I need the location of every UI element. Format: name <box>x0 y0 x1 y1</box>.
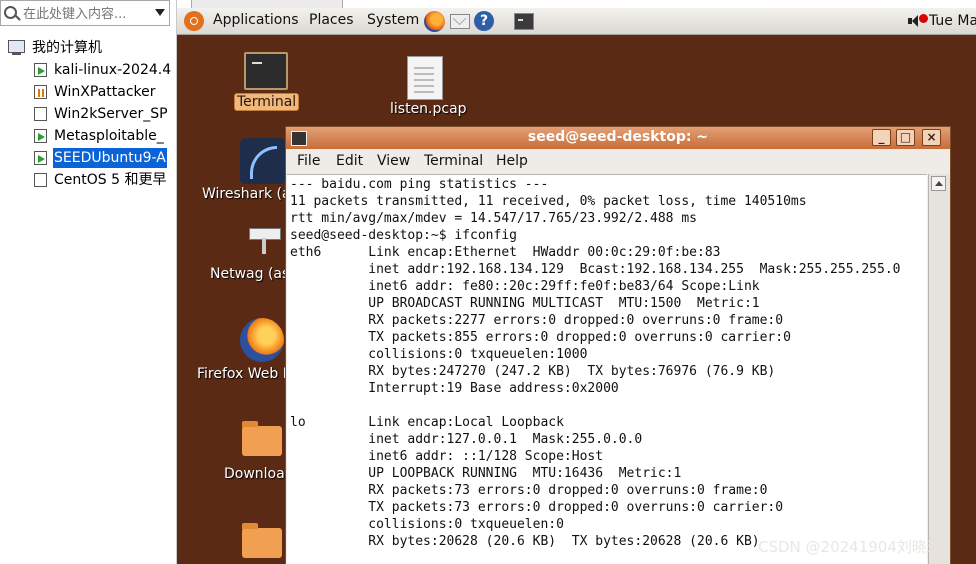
menu-file[interactable]: File <box>297 153 320 169</box>
vm-stopped-icon <box>34 173 47 187</box>
terminal-desktop-icon[interactable] <box>244 52 288 90</box>
vm-stopped-icon <box>34 107 47 121</box>
terminal-line: Interrupt:19 Base address:0x2000 <box>290 381 619 396</box>
terminal-line: TX packets:855 errors:0 dropped:0 overru… <box>290 330 791 345</box>
library-search-input[interactable] <box>21 4 153 24</box>
vm-running-icon <box>34 63 47 77</box>
vm-list-item-label: WinXPattacker <box>54 84 156 100</box>
terminal-line: inet addr:192.168.134.129 Bcast:192.168.… <box>290 262 901 277</box>
vm-list-item-label: Win2kServer_SP <box>54 106 168 122</box>
vm-list-item-label: kali-linux-2024.4 <box>54 62 172 78</box>
library-search-box[interactable] <box>0 0 170 26</box>
computer-icon <box>8 40 25 55</box>
terminal-title: seed@seed-desktop: ~ <box>527 129 709 145</box>
vm-tab-strip <box>177 0 976 9</box>
chevron-down-icon[interactable] <box>155 9 165 16</box>
maximize-button[interactable]: □ <box>896 129 915 146</box>
terminal-line: UP BROADCAST RUNNING MULTICAST MTU:1500 … <box>290 296 760 311</box>
terminal-line: 11 packets transmitted, 11 received, 0% … <box>290 194 807 209</box>
file-document-icon[interactable] <box>407 56 443 100</box>
close-button[interactable]: × <box>922 129 941 146</box>
vm-list-item[interactable]: SEEDUbuntu9-A <box>0 148 167 168</box>
terminal-line: inet6 addr: fe80::20c:29ff:fe0f:be83/64 … <box>290 279 760 294</box>
minimize-button[interactable]: _ <box>872 129 891 146</box>
tree-root-label: 我的计算机 <box>32 40 102 56</box>
menu-edit[interactable]: Edit <box>336 153 363 169</box>
wireshark-label[interactable]: Wireshark (a <box>202 186 291 202</box>
panel-clock[interactable]: Tue Ma <box>929 13 976 29</box>
firefox-label[interactable]: Firefox Web B <box>197 366 292 382</box>
scroll-up-button[interactable] <box>931 176 946 191</box>
mail-launcher-icon[interactable] <box>450 14 470 29</box>
netwag-icon[interactable] <box>249 222 281 256</box>
downloads-label[interactable]: Downloa <box>224 466 285 482</box>
terminal-line: inet addr:127.0.0.1 Mask:255.0.0.0 <box>290 432 643 447</box>
vm-list-item[interactable]: Win2kServer_SP <box>0 104 169 124</box>
terminal-line: seed@seed-desktop:~$ ifconfig <box>290 228 517 243</box>
vm-list-item[interactable]: WinXPattacker <box>0 82 157 102</box>
tree-root-my-computer[interactable]: 我的计算机 <box>0 38 103 58</box>
vm-list-item[interactable]: Metasploitable_ <box>0 126 165 146</box>
terminal-titlebar[interactable]: seed@seed-desktop: ~ _ □ × <box>286 127 950 149</box>
vm-running-icon <box>34 129 47 143</box>
menu-places[interactable]: Places <box>309 12 354 28</box>
help-launcher-icon[interactable]: ? <box>474 11 494 31</box>
vm-list-item-label: SEEDUbuntu9-A <box>53 148 167 168</box>
terminal-line: RX packets:2277 errors:0 dropped:0 overr… <box>290 313 784 328</box>
firefox-icon[interactable] <box>240 318 284 362</box>
vm-list-item[interactable]: kali-linux-2024.4 <box>0 60 172 80</box>
terminal-line: collisions:0 txqueuelen:1000 <box>290 347 588 362</box>
terminal-line: RX packets:73 errors:0 dropped:0 overrun… <box>290 483 768 498</box>
terminal-line: RX bytes:247270 (247.2 KB) TX bytes:7697… <box>290 364 776 379</box>
terminal-output[interactable]: --- baidu.com ping statistics --- 11 pack… <box>287 174 927 564</box>
terminal-line: lo Link encap:Local Loopback <box>290 415 564 430</box>
terminal-launcher-icon[interactable] <box>514 13 534 30</box>
listen-pcap-label[interactable]: listen.pcap <box>390 101 467 117</box>
vm-library-pane: 我的计算机 kali-linux-2024.4 WinXPattacker Win2… <box>0 0 177 564</box>
menu-applications[interactable]: Applications <box>213 12 299 28</box>
vm-paused-icon <box>34 85 47 99</box>
netwag-label[interactable]: Netwag (as <box>210 266 289 282</box>
terminal-menubar: File Edit View Terminal Help <box>286 149 950 174</box>
search-icon <box>4 6 17 19</box>
terminal-window: seed@seed-desktop: ~ _ □ × File Edit Vie… <box>285 126 951 564</box>
guest-desktop: Applications Places System ? Tue Ma Term… <box>177 0 976 564</box>
firefox-launcher-icon[interactable] <box>424 11 445 32</box>
terminal-desktop-label[interactable]: Terminal <box>234 93 300 111</box>
terminal-line: TX packets:73 errors:0 dropped:0 overrun… <box>290 500 784 515</box>
vm-running-icon <box>34 151 47 165</box>
menu-system[interactable]: System <box>367 12 419 28</box>
volume-muted-icon <box>919 14 928 23</box>
terminal-line: RX bytes:20628 (20.6 KB) TX bytes:20628 … <box>290 534 760 549</box>
menu-view[interactable]: View <box>377 153 410 169</box>
folder-icon[interactable] <box>242 421 282 456</box>
terminal-line: inet6 addr: ::1/128 Scope:Host <box>290 449 604 464</box>
vm-list-item-label: CentOS 5 和更早 <box>54 172 167 188</box>
terminal-line: rtt min/avg/max/mdev = 14.547/17.765/23.… <box>290 211 697 226</box>
vm-list-item-label: Metasploitable_ <box>54 128 164 144</box>
terminal-line: collisions:0 txqueuelen:0 <box>290 517 564 532</box>
terminal-line: UP LOOPBACK RUNNING MTU:16436 Metric:1 <box>290 466 682 481</box>
wireshark-fin-icon[interactable] <box>240 138 286 184</box>
terminal-line: --- baidu.com ping statistics --- <box>290 177 549 192</box>
terminal-line: eth6 Link encap:Ethernet HWaddr 00:0c:29… <box>290 245 721 260</box>
vm-list-item[interactable]: CentOS 5 和更早 <box>0 170 167 190</box>
terminal-scrollbar[interactable] <box>928 174 950 564</box>
menu-terminal[interactable]: Terminal <box>424 153 483 169</box>
menu-help[interactable]: Help <box>496 153 528 169</box>
folder-icon[interactable] <box>242 523 282 558</box>
ubuntu-logo-icon[interactable] <box>184 11 204 31</box>
watermark-text: CSDN @20241904刘晓璐 <box>758 538 942 556</box>
top-panel: Applications Places System ? Tue Ma <box>177 8 976 35</box>
